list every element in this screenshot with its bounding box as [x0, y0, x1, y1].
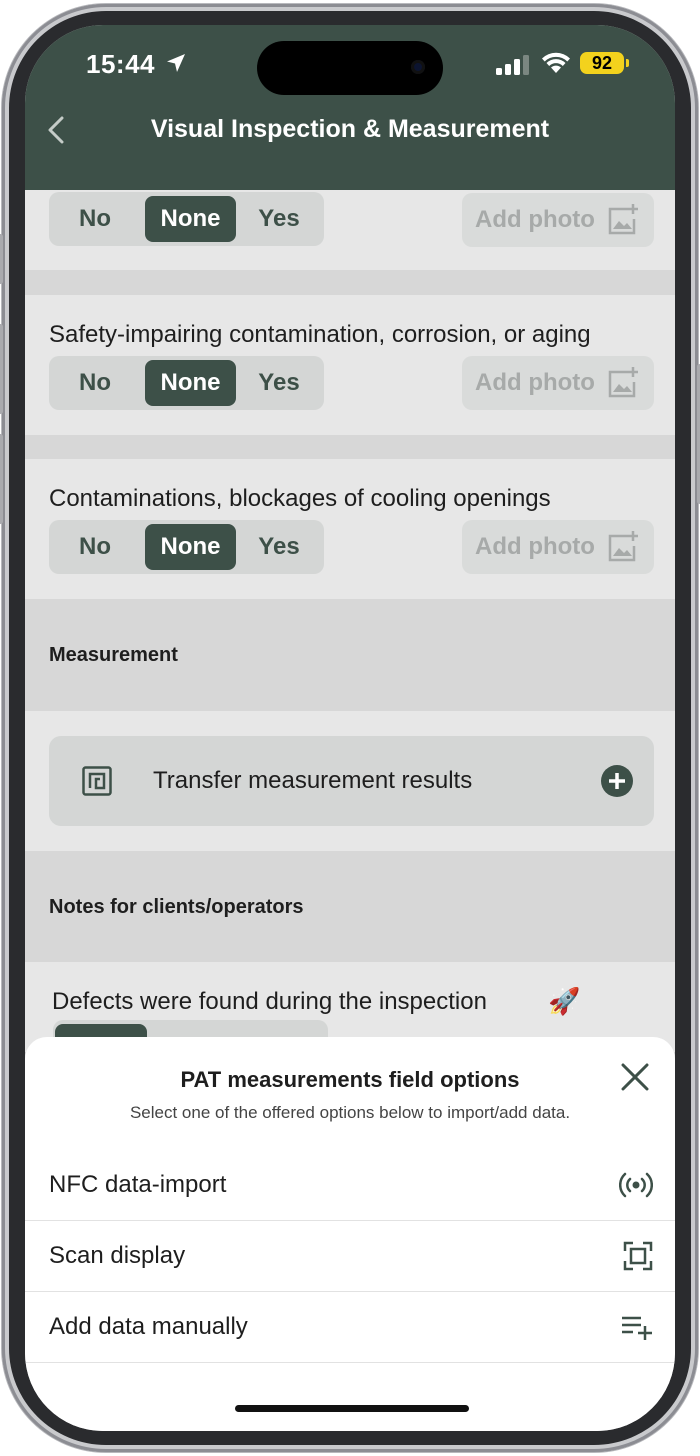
question-label: Safety-impairing contamination, corrosio… [49, 321, 591, 348]
add-image-icon [608, 531, 638, 562]
option-nfc-import[interactable]: NFC data-import [25, 1150, 675, 1221]
defects-question-label: Defects were found during the inspection [52, 988, 487, 1015]
playlist-add-icon [622, 1316, 652, 1340]
add-photo-button[interactable]: Add photo [462, 193, 654, 247]
answer-segmented-control: No None Yes [49, 356, 324, 410]
section-title-notes: Notes for clients/operators [49, 896, 304, 918]
option-none[interactable]: None [145, 524, 236, 570]
question-card-2: Safety-impairing contamination, corrosio… [25, 295, 675, 435]
add-photo-button[interactable]: Add photo [462, 356, 654, 410]
option-label: Add data manually [49, 1313, 248, 1340]
volume-down-button [0, 434, 3, 524]
screen: 15:44 92 Visual Inspection & Measurement… [25, 25, 675, 1431]
option-add-manually[interactable]: Add data manually [25, 1292, 675, 1363]
scan-icon [623, 1241, 653, 1271]
dynamic-island [257, 41, 443, 95]
option-label: Scan display [49, 1242, 186, 1269]
option-no[interactable]: No [49, 192, 141, 246]
option-label: NFC data-import [49, 1171, 227, 1198]
mute-switch [0, 234, 3, 284]
nfc-icon [619, 1172, 653, 1198]
transfer-measurement-label: Transfer measurement results [153, 767, 473, 794]
wifi-icon [542, 52, 570, 73]
volume-up-button [0, 324, 3, 414]
answer-segmented-control: No None Yes [49, 520, 324, 574]
home-indicator [235, 1405, 469, 1412]
add-circle-icon[interactable] [601, 765, 633, 797]
option-no[interactable]: No [49, 520, 141, 574]
option-none[interactable]: None [145, 196, 236, 242]
add-photo-label: Add photo [475, 533, 595, 560]
section-title-measurement: Measurement [49, 644, 178, 666]
page-title: Visual Inspection & Measurement [150, 115, 550, 143]
add-photo-label: Add photo [475, 206, 595, 233]
location-arrow-icon [167, 54, 185, 72]
field-options-sheet: PAT measurements field options Select on… [25, 1037, 675, 1431]
measurement-card: Transfer measurement results [25, 711, 675, 851]
nfc-chip-icon [82, 766, 112, 796]
option-yes[interactable]: Yes [237, 520, 321, 574]
sheet-title: PAT measurements field options [180, 1067, 520, 1092]
add-photo-label: Add photo [475, 369, 595, 396]
transfer-measurement-button[interactable]: Transfer measurement results [49, 736, 654, 826]
option-yes[interactable]: Yes [237, 192, 321, 246]
cellular-signal-icon [496, 55, 529, 75]
add-photo-button[interactable]: Add photo [462, 520, 654, 574]
question-card-3: Contaminations, blockages of cooling ope… [25, 459, 675, 599]
app-header: 15:44 92 Visual Inspection & Measurement [25, 25, 675, 190]
answer-segmented-control: No None Yes [49, 192, 324, 246]
add-image-icon [608, 367, 638, 398]
battery-indicator: 92 [580, 52, 624, 74]
option-none[interactable]: None [145, 360, 236, 406]
status-time: 15:44 [86, 49, 155, 79]
question-card-1: No None Yes Add photo [25, 190, 675, 270]
camera-icon [411, 60, 425, 74]
sheet-subtitle: Select one of the offered options below … [129, 1103, 571, 1122]
battery-tip [626, 59, 629, 67]
close-icon[interactable] [619, 1061, 651, 1093]
option-no[interactable]: No [49, 356, 141, 410]
option-scan-display[interactable]: Scan display [25, 1221, 675, 1292]
option-yes[interactable]: Yes [237, 356, 321, 410]
rocket-emoji: 🚀 [548, 986, 581, 1016]
add-image-icon [608, 204, 638, 235]
question-label: Contaminations, blockages of cooling ope… [49, 485, 551, 512]
